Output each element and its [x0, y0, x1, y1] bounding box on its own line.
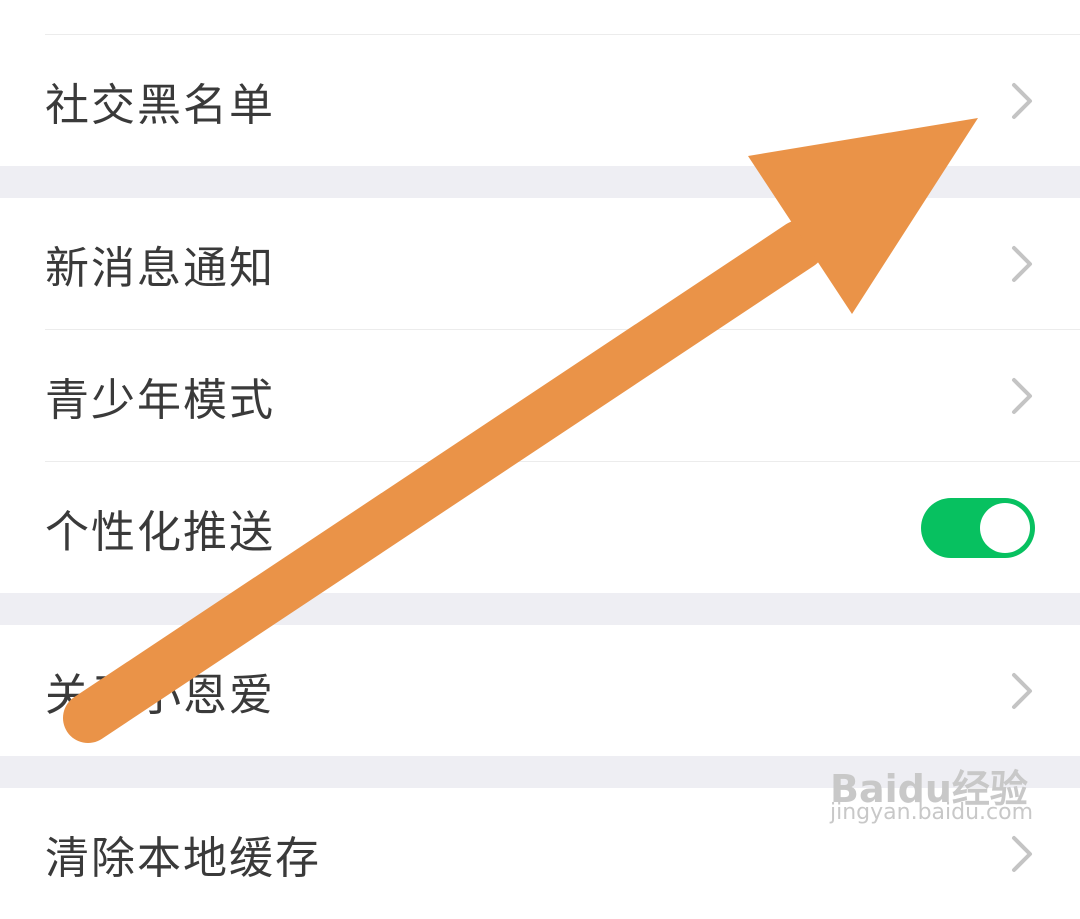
settings-item-label: 新消息通知	[45, 242, 275, 294]
settings-item-personalized-push: 个性化推送	[0, 462, 1080, 593]
chevron-right-icon	[1012, 377, 1032, 414]
settings-item-label: 关于小恩爱	[45, 669, 275, 721]
chevron-right-icon	[1012, 82, 1032, 119]
settings-item-label: 社交黑名单	[45, 79, 275, 131]
watermark-url: jingyan.baidu.com	[830, 800, 1034, 825]
chevron-right-icon	[1012, 835, 1032, 872]
settings-item-about[interactable]: 关于小恩爱	[0, 625, 1080, 756]
chevron-right-icon	[1012, 672, 1032, 709]
settings-item-label: 清除本地缓存	[45, 832, 321, 884]
toggle-knob	[980, 502, 1030, 553]
settings-item-label: 青少年模式	[45, 374, 275, 426]
section-gap	[0, 593, 1080, 625]
settings-item-notifications[interactable]: 新消息通知	[0, 198, 1080, 329]
personalized-push-toggle[interactable]	[921, 497, 1035, 558]
settings-item-blacklist[interactable]: 社交黑名单	[0, 35, 1080, 166]
section-gap	[0, 166, 1080, 198]
chevron-right-icon	[1012, 245, 1032, 282]
settings-item-label: 个性化推送	[45, 506, 275, 558]
settings-item-teen-mode[interactable]: 青少年模式	[0, 330, 1080, 461]
